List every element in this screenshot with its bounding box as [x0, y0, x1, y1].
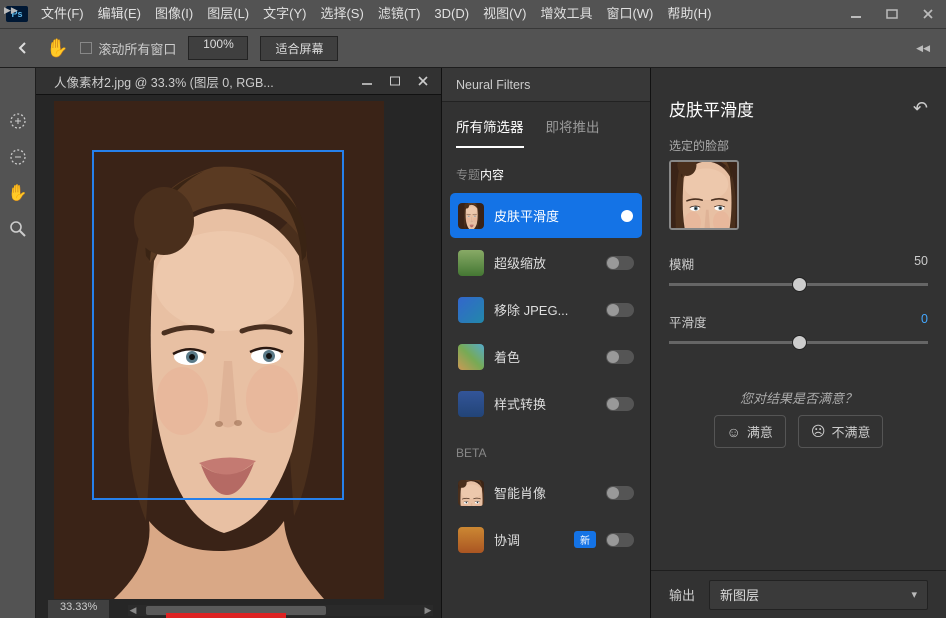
progress-indicator	[166, 613, 286, 618]
neural-filters-title: Neural Filters	[442, 68, 650, 102]
zoom-input[interactable]: 100%	[188, 36, 248, 60]
filter-settings-panel: 皮肤平滑度 ↶ 选定的脸部 模糊 50 平滑度 0	[650, 68, 946, 618]
menu-plugins[interactable]: 增效工具	[533, 0, 599, 28]
filter-smart-portrait[interactable]: 智能肖像	[450, 470, 642, 515]
satisfied-button[interactable]: ☺ 满意	[714, 415, 786, 448]
menu-help[interactable]: 帮助(H)	[660, 0, 718, 28]
filter-harmonize-toggle[interactable]	[606, 533, 634, 547]
menu-file[interactable]: 文件(F)	[34, 0, 91, 28]
filter-harmonize-label: 协调	[494, 530, 564, 549]
satisfied-label: 满意	[747, 422, 773, 441]
tab-close[interactable]	[413, 73, 433, 89]
section-featured: 专题内容	[442, 148, 650, 193]
filter-portrait-icon	[458, 480, 484, 506]
menu-image[interactable]: 图像(I)	[148, 0, 200, 28]
smile-icon: ☺	[727, 424, 741, 440]
zoom-status: 33.33%	[48, 600, 109, 618]
menu-filter[interactable]: 滤镜(T)	[371, 0, 428, 28]
scroll-all-label: 滚动所有窗口	[98, 39, 176, 58]
scroll-left-arrow[interactable]: ◀	[128, 605, 138, 616]
filter-harmonization[interactable]: 协调 新	[450, 517, 642, 562]
filter-harmonize-icon	[458, 527, 484, 553]
face-selection-rect	[92, 150, 344, 500]
neural-filters-panel: Neural Filters 所有筛选器 即将推出 专题内容 皮肤平滑度 超级缩…	[441, 68, 650, 618]
filter-colorize-icon	[458, 344, 484, 370]
filter-super-zoom[interactable]: 超级缩放	[450, 240, 642, 285]
smoothness-slider-thumb[interactable]	[792, 335, 807, 350]
zoom-in-icon[interactable]	[7, 110, 29, 132]
menu-view[interactable]: 视图(V)	[476, 0, 533, 28]
options-expand-icon[interactable]: ◀◀	[916, 43, 934, 54]
filter-jpeg-icon	[458, 297, 484, 323]
smoothness-label: 平滑度	[669, 312, 707, 331]
filter-jpeg-toggle[interactable]	[606, 303, 634, 317]
filter-style-icon	[458, 391, 484, 417]
hand-tool-icon[interactable]: ✋	[46, 38, 68, 59]
frown-icon: ☹	[811, 423, 826, 440]
tab-maximize[interactable]	[385, 73, 405, 89]
section-beta: BETA	[442, 428, 650, 470]
window-maximize[interactable]	[876, 4, 908, 24]
filter-colorize[interactable]: 着色	[450, 334, 642, 379]
filter-skin-toggle[interactable]	[606, 209, 634, 223]
filter-style-label: 样式转换	[494, 394, 596, 413]
filter-colorize-label: 着色	[494, 347, 596, 366]
blur-label: 模糊	[669, 254, 694, 273]
menu-type[interactable]: 文字(Y)	[256, 0, 313, 28]
scroll-right-arrow[interactable]: ▶	[423, 605, 433, 616]
filter-colorize-toggle[interactable]	[606, 350, 634, 364]
filter-style-transfer[interactable]: 样式转换	[450, 381, 642, 426]
menu-select[interactable]: 选择(S)	[313, 0, 370, 28]
output-label: 输出	[669, 585, 695, 604]
filter-style-toggle[interactable]	[606, 397, 634, 411]
smoothness-slider[interactable]	[669, 341, 928, 344]
window-minimize[interactable]	[840, 4, 872, 24]
filter-superzoom-toggle[interactable]	[606, 256, 634, 270]
unsatisfied-button[interactable]: ☹ 不满意	[798, 415, 884, 448]
filter-jpeg-artifacts[interactable]: 移除 JPEG...	[450, 287, 642, 332]
filter-jpeg-label: 移除 JPEG...	[494, 300, 596, 319]
menu-layer[interactable]: 图层(L)	[200, 0, 256, 28]
scroll-all-checkbox[interactable]	[80, 42, 92, 54]
filter-portrait-label: 智能肖像	[494, 483, 596, 502]
tab-minimize[interactable]	[357, 73, 377, 89]
settings-title: 皮肤平滑度	[669, 96, 913, 121]
fit-screen-button[interactable]: 适合屏幕	[260, 36, 338, 61]
back-button[interactable]	[12, 37, 34, 59]
hand-tool[interactable]: ✋	[7, 182, 29, 204]
left-panel-expand-icon[interactable]: ▶▶	[0, 3, 22, 18]
output-value: 新图层	[720, 585, 759, 604]
filter-skin-smoothing[interactable]: 皮肤平滑度	[450, 193, 642, 238]
blur-slider[interactable]	[669, 283, 928, 286]
reset-icon[interactable]: ↶	[913, 98, 928, 119]
menu-edit[interactable]: 编辑(E)	[91, 0, 148, 28]
filter-superzoom-label: 超级缩放	[494, 253, 596, 272]
filter-superzoom-icon	[458, 250, 484, 276]
filter-skin-label: 皮肤平滑度	[494, 206, 596, 225]
selected-face-thumbnail[interactable]	[669, 160, 739, 230]
menu-3d[interactable]: 3D(D)	[427, 0, 476, 28]
blur-value: 50	[914, 254, 928, 273]
selected-face-label: 选定的脸部	[651, 129, 946, 160]
new-badge: 新	[574, 531, 596, 548]
window-close[interactable]	[912, 4, 944, 24]
output-select[interactable]: 新图层 ▾	[709, 580, 928, 610]
chevron-down-icon: ▾	[911, 588, 917, 601]
feedback-question: 您对结果是否满意？	[651, 364, 946, 415]
menu-window[interactable]: 窗口(W)	[599, 0, 660, 28]
smoothness-value: 0	[921, 312, 928, 331]
blur-slider-thumb[interactable]	[792, 277, 807, 292]
zoom-tool[interactable]	[7, 218, 29, 240]
zoom-out-icon[interactable]	[7, 146, 29, 168]
tab-coming-soon[interactable]: 即将推出	[546, 116, 600, 148]
filter-skin-icon	[458, 203, 484, 229]
document-tab-title[interactable]: 人像素材2.jpg @ 33.3% (图层 0, RGB...	[54, 72, 349, 91]
filter-portrait-toggle[interactable]	[606, 486, 634, 500]
unsatisfied-label: 不满意	[831, 422, 870, 441]
tab-all-filters[interactable]: 所有筛选器	[456, 116, 524, 148]
